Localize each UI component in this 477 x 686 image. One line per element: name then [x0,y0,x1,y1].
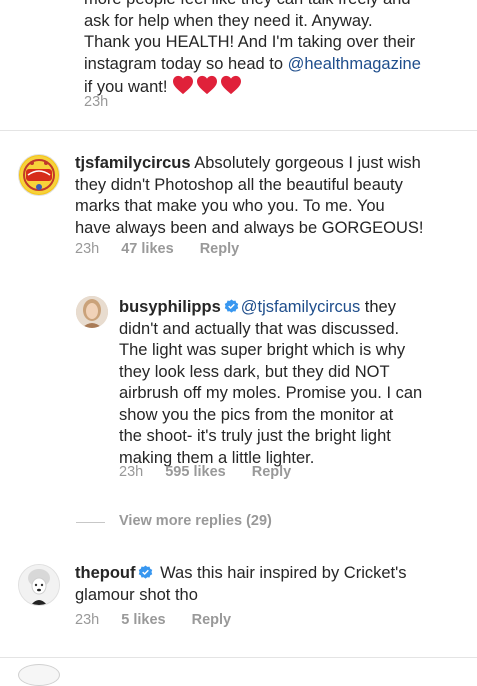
comment-text-line: show you the pics from the monitor at [119,405,394,424]
comment-timestamp: 23h [75,241,100,257]
first-comment-body: more people feel like they can talk free… [84,0,474,99]
verified-badge-icon [224,299,239,313]
verified-badge-icon [139,565,153,579]
comment-text-line: they didn't Photoshop all the beautiful … [75,175,403,194]
comment-body: thepouf Was this hair inspired by Cricke… [75,563,470,606]
view-more-line [76,522,105,523]
comment-text-line: busyphilipps @tjsfamilycircus they [119,297,474,319]
divider [0,657,477,658]
profile-photo-icon [19,565,59,605]
comment-body: tjsfamilycircus Absolutely gorgeous I ju… [75,153,470,239]
comment-text-line: tjsfamilycircus Absolutely gorgeous I ju… [75,153,470,175]
comment-timestamp: 23h [75,612,100,628]
comment-meta: 23h [84,94,108,110]
comment-text-line: didn't and actually that was discussed. [119,319,400,338]
comment-text-line: have always been and always be GORGEOUS! [75,218,424,237]
comment-text: they [364,298,396,316]
comment-meta: 23h 47 likes Reply [75,241,239,257]
comment-text-line: glamour shot tho [75,585,198,604]
reply-body: busyphilipps @tjsfamilycircus they didn't… [119,297,474,469]
red-heart-icon [197,75,218,95]
mention-link-healthmagazine[interactable]: @healthmagazine [288,55,421,73]
likes-count[interactable]: 47 likes [121,241,173,257]
avatar[interactable] [18,564,60,606]
comment-text-line: thepouf Was this hair inspired by Cricke… [75,563,470,585]
comment-text: Absolutely gorgeous I just wish [194,154,421,172]
mention-link-tjsfamilycircus[interactable]: @tjsfamilycircus [241,298,360,316]
comment-timestamp: 23h [84,94,109,110]
profile-photo-icon [76,296,108,328]
reply-meta: 23h 595 likes Reply [119,464,291,480]
comment-text-line: ask for help when they need it. Anyway. [84,11,373,30]
comment-timestamp: 23h [119,464,144,480]
comment-text-line: airbrush off my moles. Promise you. I ca… [119,384,423,402]
username-link[interactable]: busyphilipps [119,298,221,316]
comment-text-line: more people feel like they can talk free… [84,0,474,11]
avatar[interactable] [18,154,60,196]
likes-count[interactable]: 595 likes [165,464,225,480]
red-heart-icon [173,75,194,95]
likes-count[interactable]: 5 likes [121,612,165,628]
comment-text-line: the shoot- it's truly just the bright li… [119,427,391,445]
family-circus-logo-icon [20,156,58,194]
comment-text-line: if you want! [84,75,474,99]
reply-button[interactable]: Reply [252,464,292,480]
divider [0,130,477,131]
comment-text-line: The light was super bright which is why [119,341,406,359]
reply-button[interactable]: Reply [200,241,240,257]
reply-button[interactable]: Reply [192,612,232,628]
avatar[interactable] [76,296,108,328]
comment-text-line: instagram today so head to @healthmagazi… [84,54,474,76]
comment-text-line: Thank you HEALTH! And I'm taking over th… [84,33,416,51]
red-heart-icon [221,75,242,95]
username-link[interactable]: thepouf [75,564,135,582]
comment-text-line: they look less dark, but they did NOT [119,362,390,381]
comment-meta: 23h 5 likes Reply [75,612,231,628]
comment-text: Was this hair inspired by Cricket's [160,564,407,582]
username-link[interactable]: tjsfamilycircus [75,154,191,172]
comment-text-line: marks that make you who you. To me. You [75,197,385,215]
avatar[interactable] [18,664,60,686]
view-more-replies-button[interactable]: View more replies (29) [119,513,272,529]
comment-text: instagram today so head to [84,54,288,73]
